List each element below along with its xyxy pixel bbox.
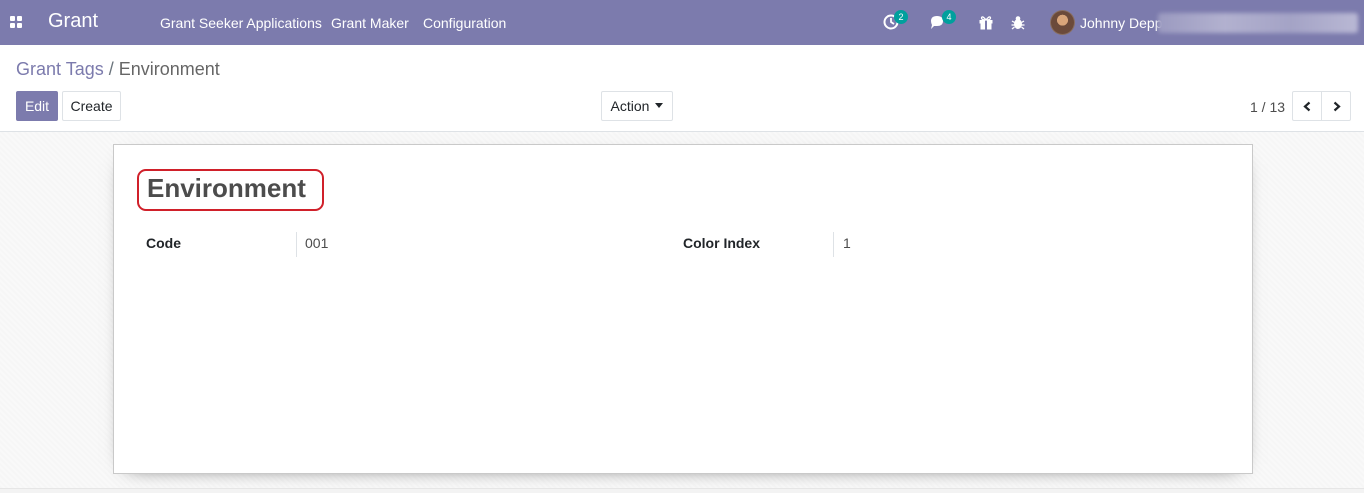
pager-next-button[interactable] xyxy=(1321,91,1351,121)
breadcrumb-separator: / xyxy=(108,59,114,79)
top-navbar: Grant Grant Seeker Applications Grant Ma… xyxy=(0,0,1364,45)
app-brand[interactable]: Grant xyxy=(48,10,98,33)
menu-grant-seeker-applications[interactable]: Grant Seeker Applications xyxy=(160,15,322,31)
form-view-background: Environment Code 001 Color Index 1 xyxy=(0,132,1364,488)
action-dropdown-button[interactable]: Action xyxy=(601,91,673,121)
color-index-label: Color Index xyxy=(683,235,761,251)
breadcrumb-parent-link[interactable]: Grant Tags xyxy=(16,59,104,79)
blurred-region xyxy=(1158,13,1358,33)
activity-count-badge: 2 xyxy=(894,10,908,24)
bottom-border xyxy=(0,488,1364,493)
pager-value[interactable]: 1 / 13 xyxy=(1250,99,1285,115)
field-divider xyxy=(833,232,834,257)
activity-clock-icon[interactable]: 2 xyxy=(883,10,908,32)
user-avatar[interactable] xyxy=(1050,10,1075,35)
user-name[interactable]: Johnny Depp xyxy=(1080,15,1163,31)
menu-grant-maker[interactable]: Grant Maker xyxy=(331,15,409,31)
caret-down-icon xyxy=(655,103,664,109)
chat-bubbles-icon[interactable]: 4 xyxy=(930,10,956,32)
control-panel: Grant Tags / Environment Edit Create Actio… xyxy=(0,45,1364,132)
chevron-right-icon xyxy=(1333,101,1341,112)
code-value[interactable]: 001 xyxy=(305,235,328,251)
breadcrumb: Grant Tags / Environment xyxy=(16,59,220,80)
code-label: Code xyxy=(146,235,181,251)
record-title[interactable]: Environment xyxy=(147,173,306,204)
action-label: Action xyxy=(610,98,650,114)
gift-icon[interactable] xyxy=(978,12,998,32)
bug-icon[interactable] xyxy=(1010,12,1030,32)
color-index-value[interactable]: 1 xyxy=(843,235,851,251)
message-count-badge: 4 xyxy=(942,10,956,24)
form-sheet: Environment Code 001 Color Index 1 xyxy=(113,144,1253,474)
create-button[interactable]: Create xyxy=(62,91,121,121)
pager-previous-button[interactable] xyxy=(1292,91,1322,121)
breadcrumb-current: Environment xyxy=(118,59,220,79)
menu-configuration[interactable]: Configuration xyxy=(423,15,506,31)
edit-button[interactable]: Edit xyxy=(16,91,58,121)
field-divider xyxy=(296,232,297,257)
chevron-left-icon xyxy=(1303,101,1311,112)
apps-grid-icon[interactable] xyxy=(10,16,22,28)
